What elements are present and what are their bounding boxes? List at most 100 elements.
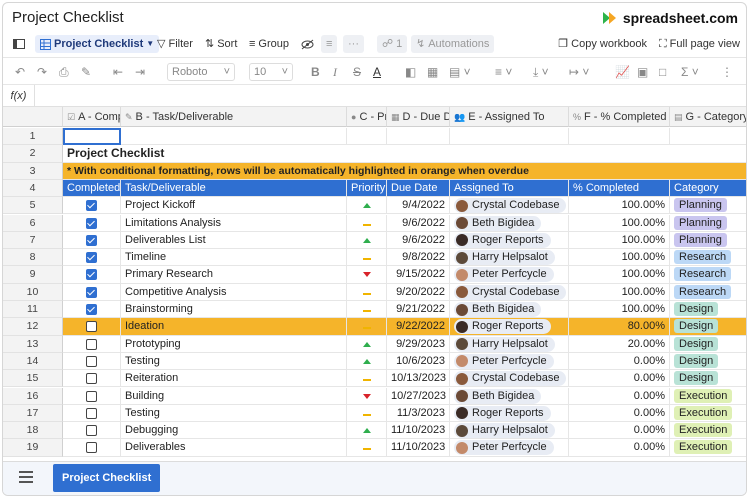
task-cell[interactable]: Limitations Analysis: [121, 214, 347, 232]
empty-cell[interactable]: [387, 128, 450, 146]
percent-completed-cell[interactable]: 100.00%: [569, 231, 670, 250]
priority-cell[interactable]: [347, 352, 387, 371]
percent-completed-cell[interactable]: 100.00%: [569, 249, 670, 267]
horizontal-align-icon[interactable]: ≡ ˅: [495, 64, 512, 80]
completed-cell[interactable]: [63, 197, 121, 215]
completed-checkbox[interactable]: [86, 269, 97, 281]
row-header[interactable]: 2: [3, 145, 63, 163]
strikethrough-icon[interactable]: S: [353, 64, 361, 80]
row-header[interactable]: 13: [3, 335, 63, 353]
task-cell[interactable]: Brainstorming: [121, 301, 347, 319]
completed-cell[interactable]: [63, 214, 121, 232]
row-header[interactable]: 16: [3, 387, 63, 405]
column-header-1[interactable]: ✎ B - Task/Deliverable: [121, 107, 347, 127]
more-options-icon[interactable]: ···: [343, 35, 364, 53]
row-height-icon[interactable]: ≡: [321, 35, 338, 53]
assigned-to-cell[interactable]: Crystal Codebase: [450, 197, 569, 215]
formula-input[interactable]: [36, 85, 746, 107]
automations-button[interactable]: ↯ Automations: [411, 35, 495, 53]
redo-icon[interactable]: ↷: [37, 64, 47, 80]
assigned-to-cell[interactable]: Roger Reports: [450, 404, 569, 423]
percent-completed-cell[interactable]: 0.00%: [569, 439, 670, 457]
category-cell[interactable]: Design: [670, 301, 746, 319]
completed-checkbox[interactable]: [86, 355, 97, 367]
assigned-to-cell[interactable]: Beth Bigidea: [450, 387, 569, 405]
priority-cell[interactable]: [347, 266, 387, 284]
select-all-corner[interactable]: [3, 107, 63, 127]
paint-format-icon[interactable]: ✎: [81, 64, 91, 80]
view-selector[interactable]: Project Checklist ▼: [35, 35, 160, 53]
row-header[interactable]: 6: [3, 214, 63, 232]
more-tools-icon[interactable]: ⋮: [721, 64, 733, 80]
column-header-5[interactable]: % F - % Completed: [569, 107, 670, 127]
completed-cell[interactable]: [63, 387, 121, 405]
completed-checkbox[interactable]: [86, 200, 97, 212]
font-size-select[interactable]: 10 ˅: [249, 63, 293, 81]
priority-cell[interactable]: [347, 439, 387, 457]
sheet-tab-project-checklist[interactable]: Project Checklist: [53, 464, 161, 492]
undo-icon[interactable]: ↶: [15, 64, 25, 80]
completed-cell[interactable]: [63, 231, 121, 250]
linked-records-button[interactable]: ☍ 1: [377, 35, 408, 53]
empty-cell[interactable]: [347, 128, 387, 146]
completed-checkbox[interactable]: [86, 425, 97, 437]
insert-chart-icon[interactable]: 📈: [615, 64, 630, 80]
completed-checkbox[interactable]: [86, 321, 97, 333]
row-header[interactable]: 12: [3, 318, 63, 336]
selected-cell[interactable]: [63, 128, 121, 146]
assigned-to-cell[interactable]: Peter Perfcycle: [450, 352, 569, 371]
completed-checkbox[interactable]: [86, 234, 97, 246]
percent-completed-cell[interactable]: 20.00%: [569, 335, 670, 353]
copy-workbook-link[interactable]: ❐ Copy workbook: [558, 35, 647, 53]
task-cell[interactable]: Ideation: [121, 318, 347, 336]
empty-cell[interactable]: [121, 128, 347, 146]
due-date-cell[interactable]: 9/29/2023: [387, 335, 450, 353]
due-date-cell[interactable]: 9/22/2022: [387, 318, 450, 336]
assigned-to-cell[interactable]: Roger Reports: [450, 231, 569, 250]
row-header[interactable]: 1: [3, 128, 63, 146]
completed-checkbox[interactable]: [86, 304, 97, 315]
row-header[interactable]: 3: [3, 162, 63, 180]
priority-cell[interactable]: [347, 335, 387, 353]
hide-fields-icon[interactable]: [301, 35, 314, 53]
insert-image-icon[interactable]: ▣: [637, 64, 648, 80]
completed-checkbox[interactable]: [86, 373, 97, 385]
assigned-to-cell[interactable]: Harry Helpsalot: [450, 249, 569, 267]
priority-cell[interactable]: [347, 404, 387, 423]
due-date-cell[interactable]: 9/21/2022: [387, 301, 450, 319]
column-header-0[interactable]: ☑ A - Comp: [63, 107, 121, 127]
assigned-to-cell[interactable]: Harry Helpsalot: [450, 335, 569, 353]
percent-completed-cell[interactable]: 100.00%: [569, 197, 670, 215]
task-cell[interactable]: Reiteration: [121, 370, 347, 388]
empty-cell[interactable]: [450, 128, 569, 146]
due-date-cell[interactable]: 10/13/2023: [387, 370, 450, 388]
column-header-2[interactable]: ● C - Pr: [347, 107, 387, 127]
brand-logo[interactable]: spreadsheet.com: [602, 10, 738, 26]
row-header[interactable]: 10: [3, 283, 63, 301]
completed-checkbox[interactable]: [86, 442, 97, 454]
sidebar-toggle-icon[interactable]: [13, 35, 25, 53]
empty-cell[interactable]: [569, 128, 670, 146]
task-cell[interactable]: Testing: [121, 404, 347, 423]
priority-cell[interactable]: [347, 301, 387, 319]
text-wrap-icon[interactable]: ↦ ˅: [569, 64, 589, 80]
completed-checkbox[interactable]: [86, 252, 97, 264]
category-cell[interactable]: Research: [670, 284, 746, 301]
bold-icon[interactable]: B: [311, 64, 320, 80]
percent-completed-cell[interactable]: 0.00%: [569, 352, 670, 371]
percent-completed-cell[interactable]: 0.00%: [569, 370, 670, 388]
category-cell[interactable]: Design: [670, 353, 746, 371]
column-header-6[interactable]: ▤ G - Category: [670, 107, 746, 127]
category-cell[interactable]: Design: [670, 336, 746, 353]
vertical-align-icon[interactable]: ⤓ ˅: [533, 64, 549, 80]
completed-cell[interactable]: [63, 404, 121, 423]
category-cell[interactable]: Design: [670, 370, 746, 388]
due-date-cell[interactable]: 11/10/2023: [387, 439, 450, 457]
borders-icon[interactable]: ▦: [427, 64, 438, 80]
fill-color-icon[interactable]: ◧: [405, 64, 416, 80]
percent-completed-cell[interactable]: 0.00%: [569, 422, 670, 440]
category-cell[interactable]: Design: [670, 318, 746, 336]
task-cell[interactable]: Deliverables List: [121, 231, 347, 250]
due-date-cell[interactable]: 9/6/2022: [387, 214, 450, 232]
row-header[interactable]: 19: [3, 439, 63, 457]
